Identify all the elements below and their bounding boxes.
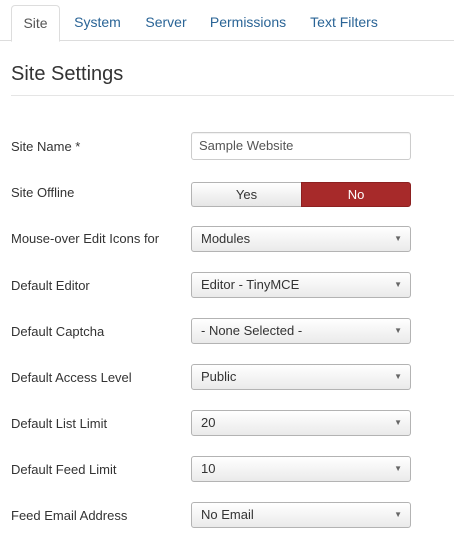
default-feed-limit-select[interactable]: 10 ▼ [191,456,411,482]
site-offline-toggle: Yes No [191,182,411,207]
site-offline-yes-button[interactable]: Yes [191,182,301,207]
settings-tab-bar: Site System Server Permissions Text Filt… [0,0,454,42]
tab-text-filters[interactable]: Text Filters [303,5,385,41]
chevron-down-icon: ▼ [394,464,402,473]
site-name-input[interactable]: Sample Website [191,132,411,160]
tab-server[interactable]: Server [140,5,192,41]
tab-system[interactable]: System [67,5,128,41]
feed-email-address-value: No Email [201,507,254,522]
chevron-down-icon: ▼ [394,372,402,381]
default-access-level-select[interactable]: Public ▼ [191,364,411,390]
site-offline-label: Site Offline [11,185,75,200]
site-name-label: Site Name * [11,139,81,154]
default-editor-value: Editor - TinyMCE [201,277,300,292]
default-captcha-label: Default Captcha [11,324,105,339]
chevron-down-icon: ▼ [394,510,402,519]
feed-email-address-select[interactable]: No Email ▼ [191,502,411,528]
default-list-limit-select[interactable]: 20 ▼ [191,410,411,436]
default-captcha-select[interactable]: - None Selected - ▼ [191,318,411,344]
default-access-level-label: Default Access Level [11,370,132,385]
default-list-limit-label: Default List Limit [11,416,108,431]
default-feed-limit-value: 10 [201,461,216,476]
chevron-down-icon: ▼ [394,418,402,427]
default-list-limit-value: 20 [201,415,216,430]
mouseover-edit-icons-label: Mouse-over Edit Icons for [11,231,160,246]
site-offline-no-button[interactable]: No [301,182,411,207]
title-divider [11,95,454,96]
default-feed-limit-label: Default Feed Limit [11,462,117,477]
tab-site[interactable]: Site [11,5,60,42]
chevron-down-icon: ▼ [394,234,402,243]
chevron-down-icon: ▼ [394,280,402,289]
mouseover-edit-icons-select[interactable]: Modules ▼ [191,226,411,252]
feed-email-address-label: Feed Email Address [11,508,128,523]
tab-permissions[interactable]: Permissions [205,5,291,41]
mouseover-edit-icons-value: Modules [201,231,251,246]
default-editor-label: Default Editor [11,278,90,293]
default-editor-select[interactable]: Editor - TinyMCE ▼ [191,272,411,298]
default-access-level-value: Public [201,369,237,384]
default-captcha-value: - None Selected - [201,323,303,338]
page-title: Site Settings [11,63,124,85]
chevron-down-icon: ▼ [394,326,402,335]
